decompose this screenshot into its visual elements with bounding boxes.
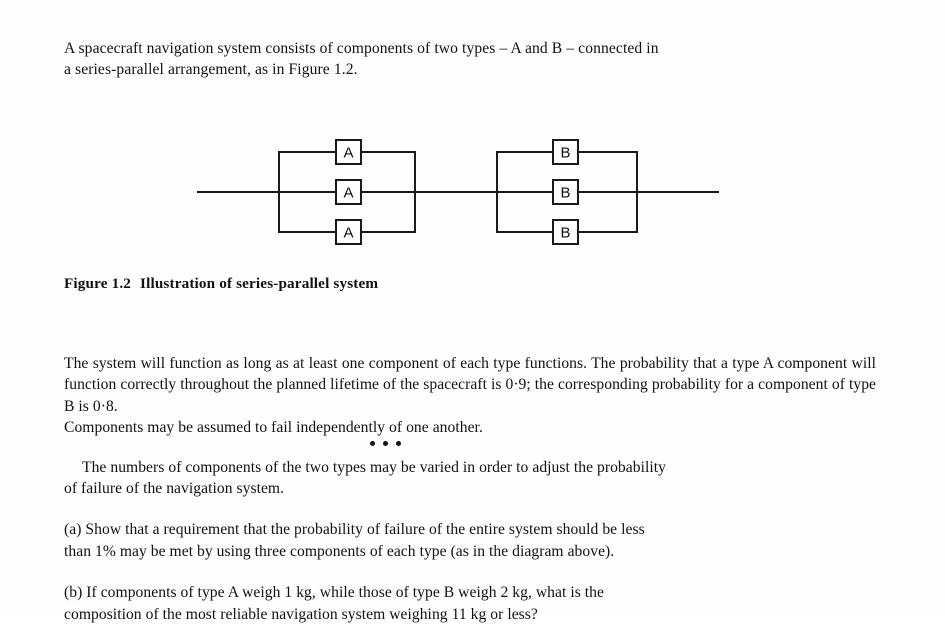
intro-line-1: A spacecraft navigation system consists … (64, 40, 659, 57)
body-text-block: The system will function as long as at l… (64, 353, 876, 625)
component-label-a-1: A (343, 145, 353, 162)
intro-line-2: a series-parallel arrangement, as in Fig… (64, 61, 358, 78)
three-dots-annotation-mark (370, 441, 406, 451)
figure-series-parallel-diagram: A A A B B B (0, 118, 945, 263)
dot-3 (396, 441, 401, 446)
scan-top-edge (0, 0, 945, 10)
component-label-b-3: B (560, 225, 570, 242)
paragraph-varying-numbers: The numbers of components of the two typ… (64, 457, 876, 500)
part-a-line1: (a) Show that a requirement that the pro… (64, 521, 645, 539)
component-label-b-2: B (560, 185, 570, 202)
dot-2 (383, 441, 388, 446)
para2-line2: of failure of the navigation system. (64, 480, 285, 498)
component-label-a-3: A (343, 225, 353, 242)
circuit-diagram-svg: A A A B B B (197, 139, 719, 245)
component-label-b-1: B (560, 145, 570, 162)
question-part-b: (b) If components of type A weigh 1 kg, … (64, 582, 876, 625)
intro-paragraph: A spacecraft navigation system consists … (64, 38, 876, 80)
question-part-a: (a) Show that a requirement that the pro… (64, 519, 876, 562)
para2-line1: The numbers of components of the two typ… (82, 458, 666, 476)
figure-caption: Figure 1.2 Illustration of series-paralle… (64, 275, 378, 293)
figure-caption-number: Figure 1.2 (64, 275, 132, 292)
part-b-line2: composition of the most reliable navigat… (64, 605, 538, 623)
para1-line4: Components may be assumed to fail indepe… (64, 419, 483, 437)
part-b-line1: (b) If components of type A weigh 1 kg, … (64, 584, 604, 602)
paragraph-system-description: The system will function as long as at l… (64, 353, 876, 439)
figure-caption-text: Illustration of series-parallel system (140, 275, 379, 292)
document-page: A spacecraft navigation system consists … (0, 0, 945, 623)
part-a-line2: than 1% may be met by using three compon… (64, 542, 615, 560)
para1-line1: The system will function as long as at l… (64, 355, 616, 372)
dot-1 (370, 441, 375, 446)
component-label-a-2: A (343, 185, 353, 202)
